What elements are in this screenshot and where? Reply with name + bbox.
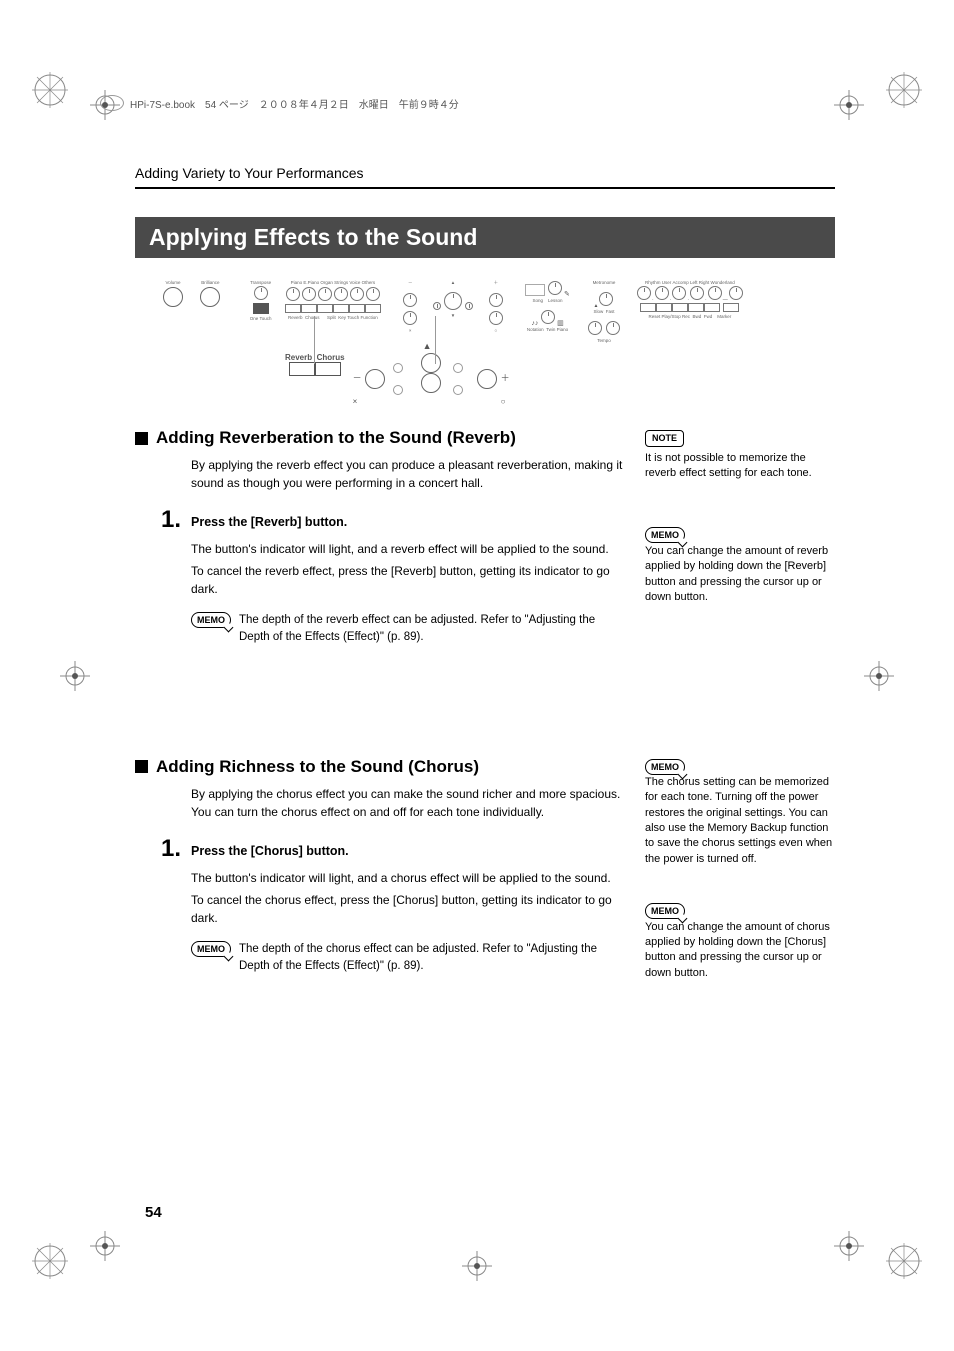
reverb-step-body2: To cancel the reverb effect, press the [… <box>191 562 625 598</box>
reverb-memo-row: MEMO The depth of the reverb effect can … <box>191 612 625 647</box>
print-rosette-icon <box>30 1241 70 1281</box>
chorus-step-body1: The button's indicator will light, and a… <box>191 869 625 887</box>
chorus-heading-text: Adding Richness to the Sound (Chorus) <box>156 757 479 777</box>
reverb-step-body1: The button's indicator will light, and a… <box>191 540 625 558</box>
registration-mark-icon <box>864 661 894 691</box>
memo-icon: MEMO <box>645 527 685 543</box>
chorus-side-memo2: You can change the amount of chorus appl… <box>645 920 835 982</box>
header-meta-text: HPi-7S-e.book 54 ページ ２００８年４月２日 水曜日 午前９時４… <box>130 96 459 111</box>
header-oval-icon <box>100 95 124 111</box>
reverb-side-memo: You can change the amount of reverb appl… <box>645 544 835 606</box>
print-rosette-icon <box>884 70 924 110</box>
chorus-side-memo1: The chorus setting can be memorized for … <box>645 775 835 867</box>
breadcrumb: Adding Variety to Your Performances <box>135 165 835 181</box>
chorus-heading: Adding Richness to the Sound (Chorus) <box>135 757 625 777</box>
page-number: 54 <box>145 1204 162 1221</box>
chorus-memo-row: MEMO The depth of the chorus effect can … <box>191 941 625 976</box>
control-panel-illustration: Volume Brilliance Transpose One Touch Pi… <box>155 280 795 410</box>
square-bullet-icon <box>135 760 148 773</box>
reverb-heading-text: Adding Reverberation to the Sound (Rever… <box>156 428 516 448</box>
registration-mark-icon <box>462 1251 492 1281</box>
reverb-intro: By applying the reverb effect you can pr… <box>191 456 625 492</box>
step-number: 1. <box>135 835 191 863</box>
memo-icon: MEMO <box>645 903 685 919</box>
memo-icon: MEMO <box>645 759 685 775</box>
chorus-memo-text: The depth of the chorus effect can be ad… <box>239 941 625 976</box>
cursor-pad-zoom: － ▲ ＋ × ○ <box>365 353 495 403</box>
registration-mark-icon <box>60 661 90 691</box>
square-bullet-icon <box>135 432 148 445</box>
reverb-heading: Adding Reverberation to the Sound (Rever… <box>135 428 625 448</box>
section-title-bar: Applying Effects to the Sound <box>135 217 835 258</box>
print-rosette-icon <box>30 70 70 110</box>
print-header: HPi-7S-e.book 54 ページ ２００８年４月２日 水曜日 午前９時４… <box>100 95 844 111</box>
reverb-side-note: It is not possible to memorize the rever… <box>645 451 835 482</box>
chorus-step-body2: To cancel the chorus effect, press the [… <box>191 891 625 927</box>
chorus-step-title: Press the [Chorus] button. <box>191 835 349 863</box>
chorus-intro: By applying the chorus effect you can ma… <box>191 785 625 821</box>
print-rosette-icon <box>884 1241 924 1281</box>
registration-mark-icon <box>90 1231 120 1261</box>
step-number: 1. <box>135 506 191 534</box>
reverb-step-title: Press the [Reverb] button. <box>191 506 347 534</box>
memo-icon: MEMO <box>191 941 231 957</box>
reverb-memo-text: The depth of the reverb effect can be ad… <box>239 612 625 647</box>
note-icon: NOTE <box>645 430 684 447</box>
memo-icon: MEMO <box>191 612 231 628</box>
horizontal-rule <box>135 187 835 189</box>
registration-mark-icon <box>834 1231 864 1261</box>
